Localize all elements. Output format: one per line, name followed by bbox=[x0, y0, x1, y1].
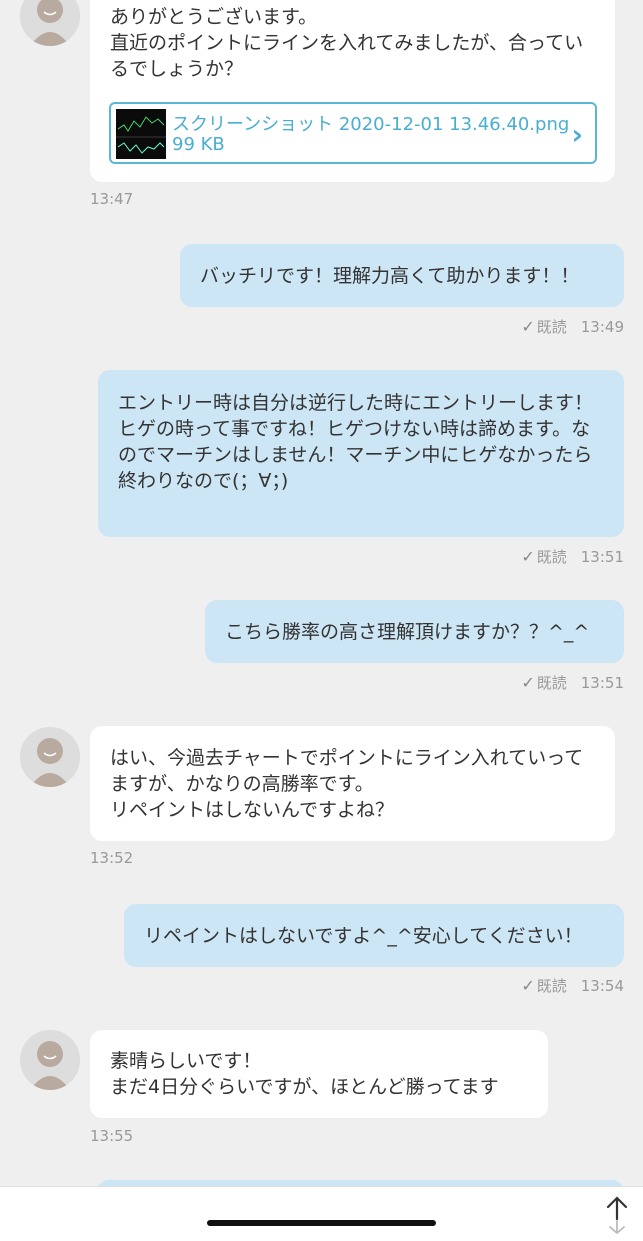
message-bubble-outgoing: こちら勝率の高さ理解頂けますか？？^_^ bbox=[205, 600, 624, 663]
message-time: 13:51 bbox=[580, 547, 624, 566]
message-meta: ✓ 既読 13:51 bbox=[521, 672, 624, 693]
message-time: 13:49 bbox=[580, 317, 624, 336]
attachment-file[interactable]: スクリーンショット 2020-12-01 13.46.40.png 99 KB … bbox=[109, 102, 597, 164]
message-bubble-outgoing: リペイントはしないですよ^_^安心してください！ bbox=[124, 904, 624, 967]
read-status: 既読 bbox=[536, 548, 567, 566]
message-meta: ✓ 既読 13:54 bbox=[521, 975, 624, 996]
message-bubble-outgoing: エントリー時は自分は逆行した時にエントリーします！ ヒゲの時って事ですね！ヒゲつ… bbox=[98, 370, 624, 537]
message-time: 13:55 bbox=[90, 1127, 134, 1145]
home-indicator[interactable] bbox=[207, 1220, 436, 1226]
message-text: 素晴らしいです！ まだ4日分ぐらいですが、ほとんど勝ってます bbox=[110, 1050, 499, 1098]
message-text: リペイントはしないですよ^_^安心してください！ bbox=[144, 925, 583, 947]
message-meta: ✓ 既読 13:51 bbox=[521, 546, 624, 567]
message-bubble-incoming: はい、今過去チャートでポイントにライン入れていってますが、かなりの高勝率です。 … bbox=[90, 726, 615, 841]
check-icon: ✓ bbox=[521, 547, 535, 566]
message-time: 13:52 bbox=[90, 849, 134, 867]
message-text: バッチリです！理解力高くて助かります！！ bbox=[200, 265, 580, 287]
read-status: 既読 bbox=[536, 318, 567, 336]
message-bubble-incoming: 素晴らしいです！ まだ4日分ぐらいですが、ほとんど勝ってます bbox=[90, 1030, 548, 1118]
avatar[interactable] bbox=[20, 0, 80, 46]
bottom-bar bbox=[0, 1186, 643, 1241]
message-time: 13:51 bbox=[580, 673, 624, 692]
read-status: 既読 bbox=[536, 977, 567, 995]
attachment-size: 99 KB bbox=[172, 134, 225, 155]
attachment-filename: スクリーンショット 2020-12-01 13.46.40.png bbox=[172, 114, 570, 135]
avatar[interactable] bbox=[20, 1030, 80, 1090]
avatar[interactable] bbox=[20, 727, 80, 787]
message-meta: ✓ 既読 13:49 bbox=[521, 316, 624, 337]
scroll-arrows-icon[interactable] bbox=[600, 1195, 634, 1235]
message-bubble-outgoing: バッチリです！理解力高くて助かります！！ bbox=[180, 244, 624, 307]
message-text: エントリー時は自分は逆行した時にエントリーします！ ヒゲの時って事ですね！ヒゲつ… bbox=[118, 392, 594, 492]
read-status: 既読 bbox=[536, 674, 567, 692]
chevron-right-icon: › bbox=[571, 118, 583, 151]
check-icon: ✓ bbox=[521, 317, 535, 336]
attachment-thumbnail bbox=[116, 109, 166, 159]
check-icon: ✓ bbox=[521, 976, 535, 995]
message-time: 13:54 bbox=[580, 976, 624, 995]
message-time: 13:47 bbox=[90, 190, 134, 208]
message-text: はい、今過去チャートでポイントにライン入れていってますが、かなりの高勝率です。 … bbox=[110, 747, 584, 821]
message-text: こちら勝率の高さ理解頂けますか？？^_^ bbox=[225, 621, 590, 643]
message-text: ありがとうございます。 直近のポイントにラインを入れてみましたが、合っているでし… bbox=[110, 6, 584, 80]
check-icon: ✓ bbox=[521, 673, 535, 692]
